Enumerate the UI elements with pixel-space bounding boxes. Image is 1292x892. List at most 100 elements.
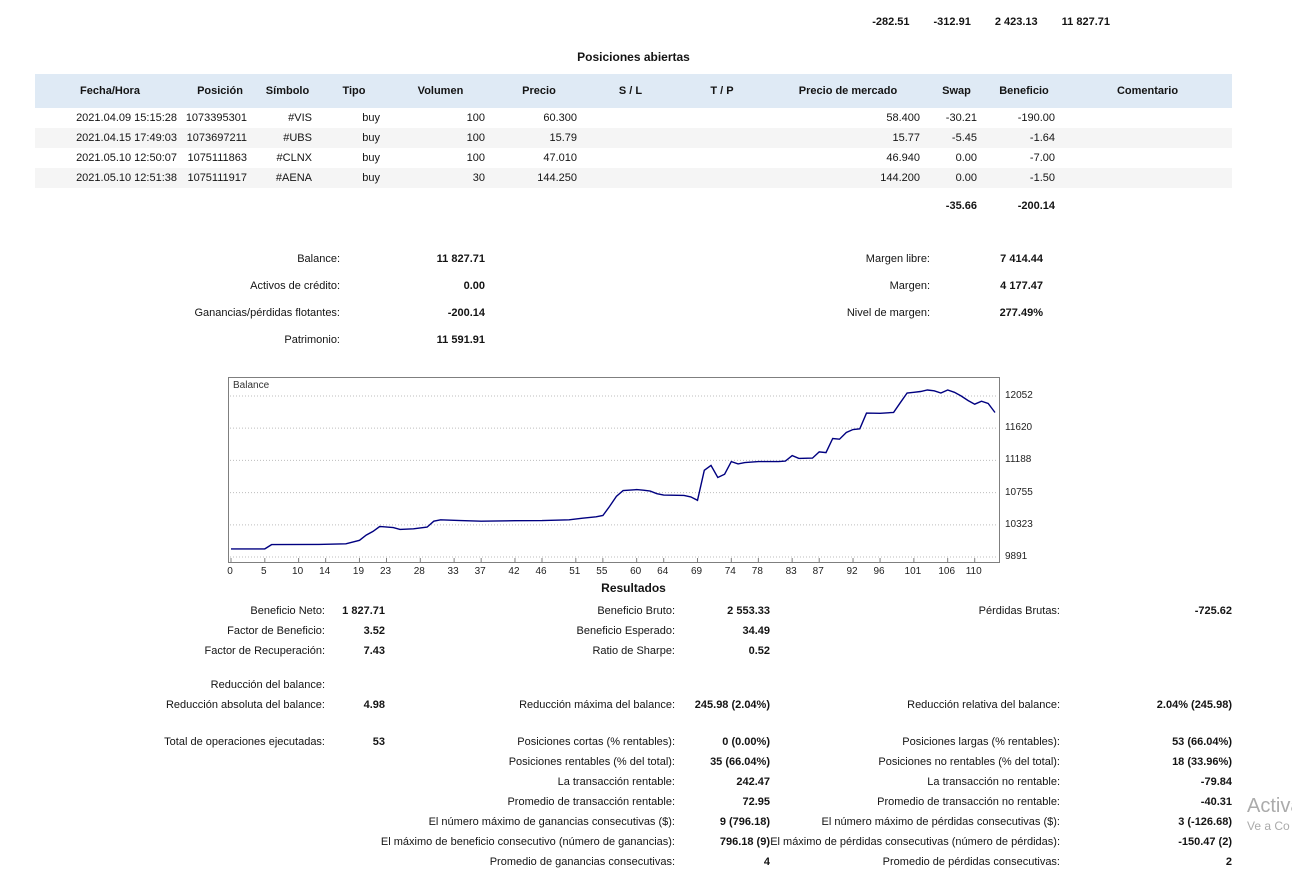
account-row: Patrimonio:11 591.91 [0, 327, 1292, 354]
x-tick-label: 83 [779, 566, 803, 577]
x-tick-label: 23 [374, 566, 398, 577]
y-tick-label: 12052 [1005, 390, 1033, 401]
x-tick-label: 87 [806, 566, 830, 577]
result-label: Pérdidas Brutas: [979, 601, 1060, 621]
table-cell: 47.010 [493, 152, 585, 164]
result-label: El máximo de beneficio consecutivo (núme… [381, 832, 675, 852]
table-cell: buy [320, 152, 388, 164]
x-tick-label: 74 [718, 566, 742, 577]
x-tick-label: 110 [962, 566, 986, 577]
table-row: 2021.04.15 17:49:031073697211#UBSbuy1001… [35, 128, 1232, 148]
x-tick-label: 78 [745, 566, 769, 577]
table-cell: 1073697211 [185, 132, 255, 144]
account-value: -200.14 [448, 300, 485, 327]
result-label: El número máximo de ganancias consecutiv… [429, 812, 675, 832]
results-row: Beneficio Neto:1 827.71Beneficio Bruto:2… [0, 601, 1292, 621]
table-cell: -1.64 [985, 132, 1063, 144]
summary-value: -282.51 [872, 16, 909, 28]
result-label: El número máximo de pérdidas consecutiva… [822, 812, 1060, 832]
balance-chart-svg [229, 378, 999, 562]
result-value: 242.47 [736, 772, 770, 792]
result-label: Posiciones no rentables (% del total): [878, 752, 1060, 772]
column-header: Precio de mercado [768, 85, 928, 97]
results-section: Beneficio Neto:1 827.71Beneficio Bruto:2… [0, 601, 1292, 872]
table-cell: buy [320, 172, 388, 184]
column-header: Tipo [320, 85, 388, 97]
table-cell: 1073395301 [185, 112, 255, 124]
account-label: Ganancias/pérdidas flotantes: [194, 300, 340, 327]
table-cell: 2021.05.10 12:50:07 [35, 152, 185, 164]
result-value: -40.31 [1201, 792, 1232, 812]
result-value: 4.98 [364, 695, 385, 715]
x-tick-label: 46 [529, 566, 553, 577]
result-label: Posiciones rentables (% del total): [509, 752, 675, 772]
result-label: Factor de Beneficio: [227, 621, 325, 641]
result-value: 34.49 [742, 621, 770, 641]
x-tick-label: 42 [502, 566, 526, 577]
result-label: Beneficio Esperado: [577, 621, 675, 641]
table-row: 2021.04.09 15:15:281073395301#VISbuy1006… [35, 108, 1232, 128]
results-row: El máximo de beneficio consecutivo (núme… [0, 832, 1292, 852]
results-row: Reducción del balance: [0, 675, 1292, 695]
x-tick-label: 37 [468, 566, 492, 577]
table-cell: #UBS [255, 132, 320, 144]
result-value: 35 (66.04%) [710, 752, 770, 772]
x-tick-label: 19 [346, 566, 370, 577]
result-label: Beneficio Neto: [250, 601, 325, 621]
account-row: Activos de crédito:0.00Margen:4 177.47 [0, 273, 1292, 300]
x-tick-label: 69 [685, 566, 709, 577]
table-cell: buy [320, 132, 388, 144]
table-cell: 2021.05.10 12:51:38 [35, 172, 185, 184]
account-value: 0.00 [464, 273, 485, 300]
result-value: 18 (33.96%) [1172, 752, 1232, 772]
result-label: Posiciones largas (% rentables): [902, 732, 1060, 752]
table-row: 2021.05.10 12:51:381075111917#AENAbuy301… [35, 168, 1232, 188]
x-tick-label: 51 [563, 566, 587, 577]
table-cell: 1075111917 [185, 172, 255, 184]
result-value: 53 [373, 732, 385, 752]
result-value: 3 (-126.68) [1178, 812, 1232, 832]
windows-activation-watermark: Activa Ve a Co [1247, 794, 1292, 834]
positions-title: Posiciones abiertas [35, 50, 1232, 64]
x-tick-label: 64 [651, 566, 675, 577]
result-label: Promedio de ganancias consecutivas: [490, 852, 675, 872]
column-header: Beneficio [985, 85, 1063, 97]
watermark-line2: Ve a Co [1247, 818, 1292, 834]
result-value: -725.62 [1195, 601, 1232, 621]
result-label: El máximo de pérdidas consecutivas (núme… [770, 832, 1060, 852]
table-cell: -1.50 [985, 172, 1063, 184]
positions-table-body: 2021.04.09 15:15:281073395301#VISbuy1006… [35, 108, 1232, 188]
account-summary: Balance:11 827.71Margen libre:7 414.44Ac… [0, 246, 1292, 354]
table-row: 2021.05.10 12:50:071075111863#CLNXbuy100… [35, 148, 1232, 168]
table-cell: 0.00 [928, 172, 985, 184]
summary-value: 2 423.13 [995, 16, 1038, 28]
total-beneficio: -200.14 [1018, 200, 1055, 212]
column-header: Precio [493, 85, 585, 97]
result-value: 72.95 [742, 792, 770, 812]
results-row: Factor de Beneficio:3.52Beneficio Espera… [0, 621, 1292, 641]
result-label: Ratio de Sharpe: [592, 641, 675, 661]
x-tick-label: 55 [590, 566, 614, 577]
table-cell: 46.940 [768, 152, 928, 164]
table-cell: 100 [388, 112, 493, 124]
table-cell: 1075111863 [185, 152, 255, 164]
x-tick-label: 101 [901, 566, 925, 577]
result-value: 4 [764, 852, 770, 872]
column-header: T / P [676, 85, 768, 97]
x-tick-label: 28 [407, 566, 431, 577]
x-tick-label: 33 [441, 566, 465, 577]
table-cell: 144.250 [493, 172, 585, 184]
result-value: 9 (796.18) [720, 812, 770, 832]
result-value: -150.47 (2) [1178, 832, 1232, 852]
table-cell: 0.00 [928, 152, 985, 164]
summary-value: -312.91 [934, 16, 971, 28]
result-label: Promedio de pérdidas consecutivas: [883, 852, 1060, 872]
result-label: Reducción relativa del balance: [907, 695, 1060, 715]
results-row: Promedio de ganancias consecutivas: 4 Prom… [0, 852, 1292, 872]
account-value: 4 177.47 [1000, 273, 1043, 300]
result-value: 245.98 (2.04%) [695, 695, 770, 715]
result-value: 796.18 (9) [720, 832, 770, 852]
result-label: Promedio de transacción no rentable: [877, 792, 1060, 812]
result-label: Reducción del balance: [211, 675, 325, 695]
result-label: La transacción rentable: [558, 772, 675, 792]
